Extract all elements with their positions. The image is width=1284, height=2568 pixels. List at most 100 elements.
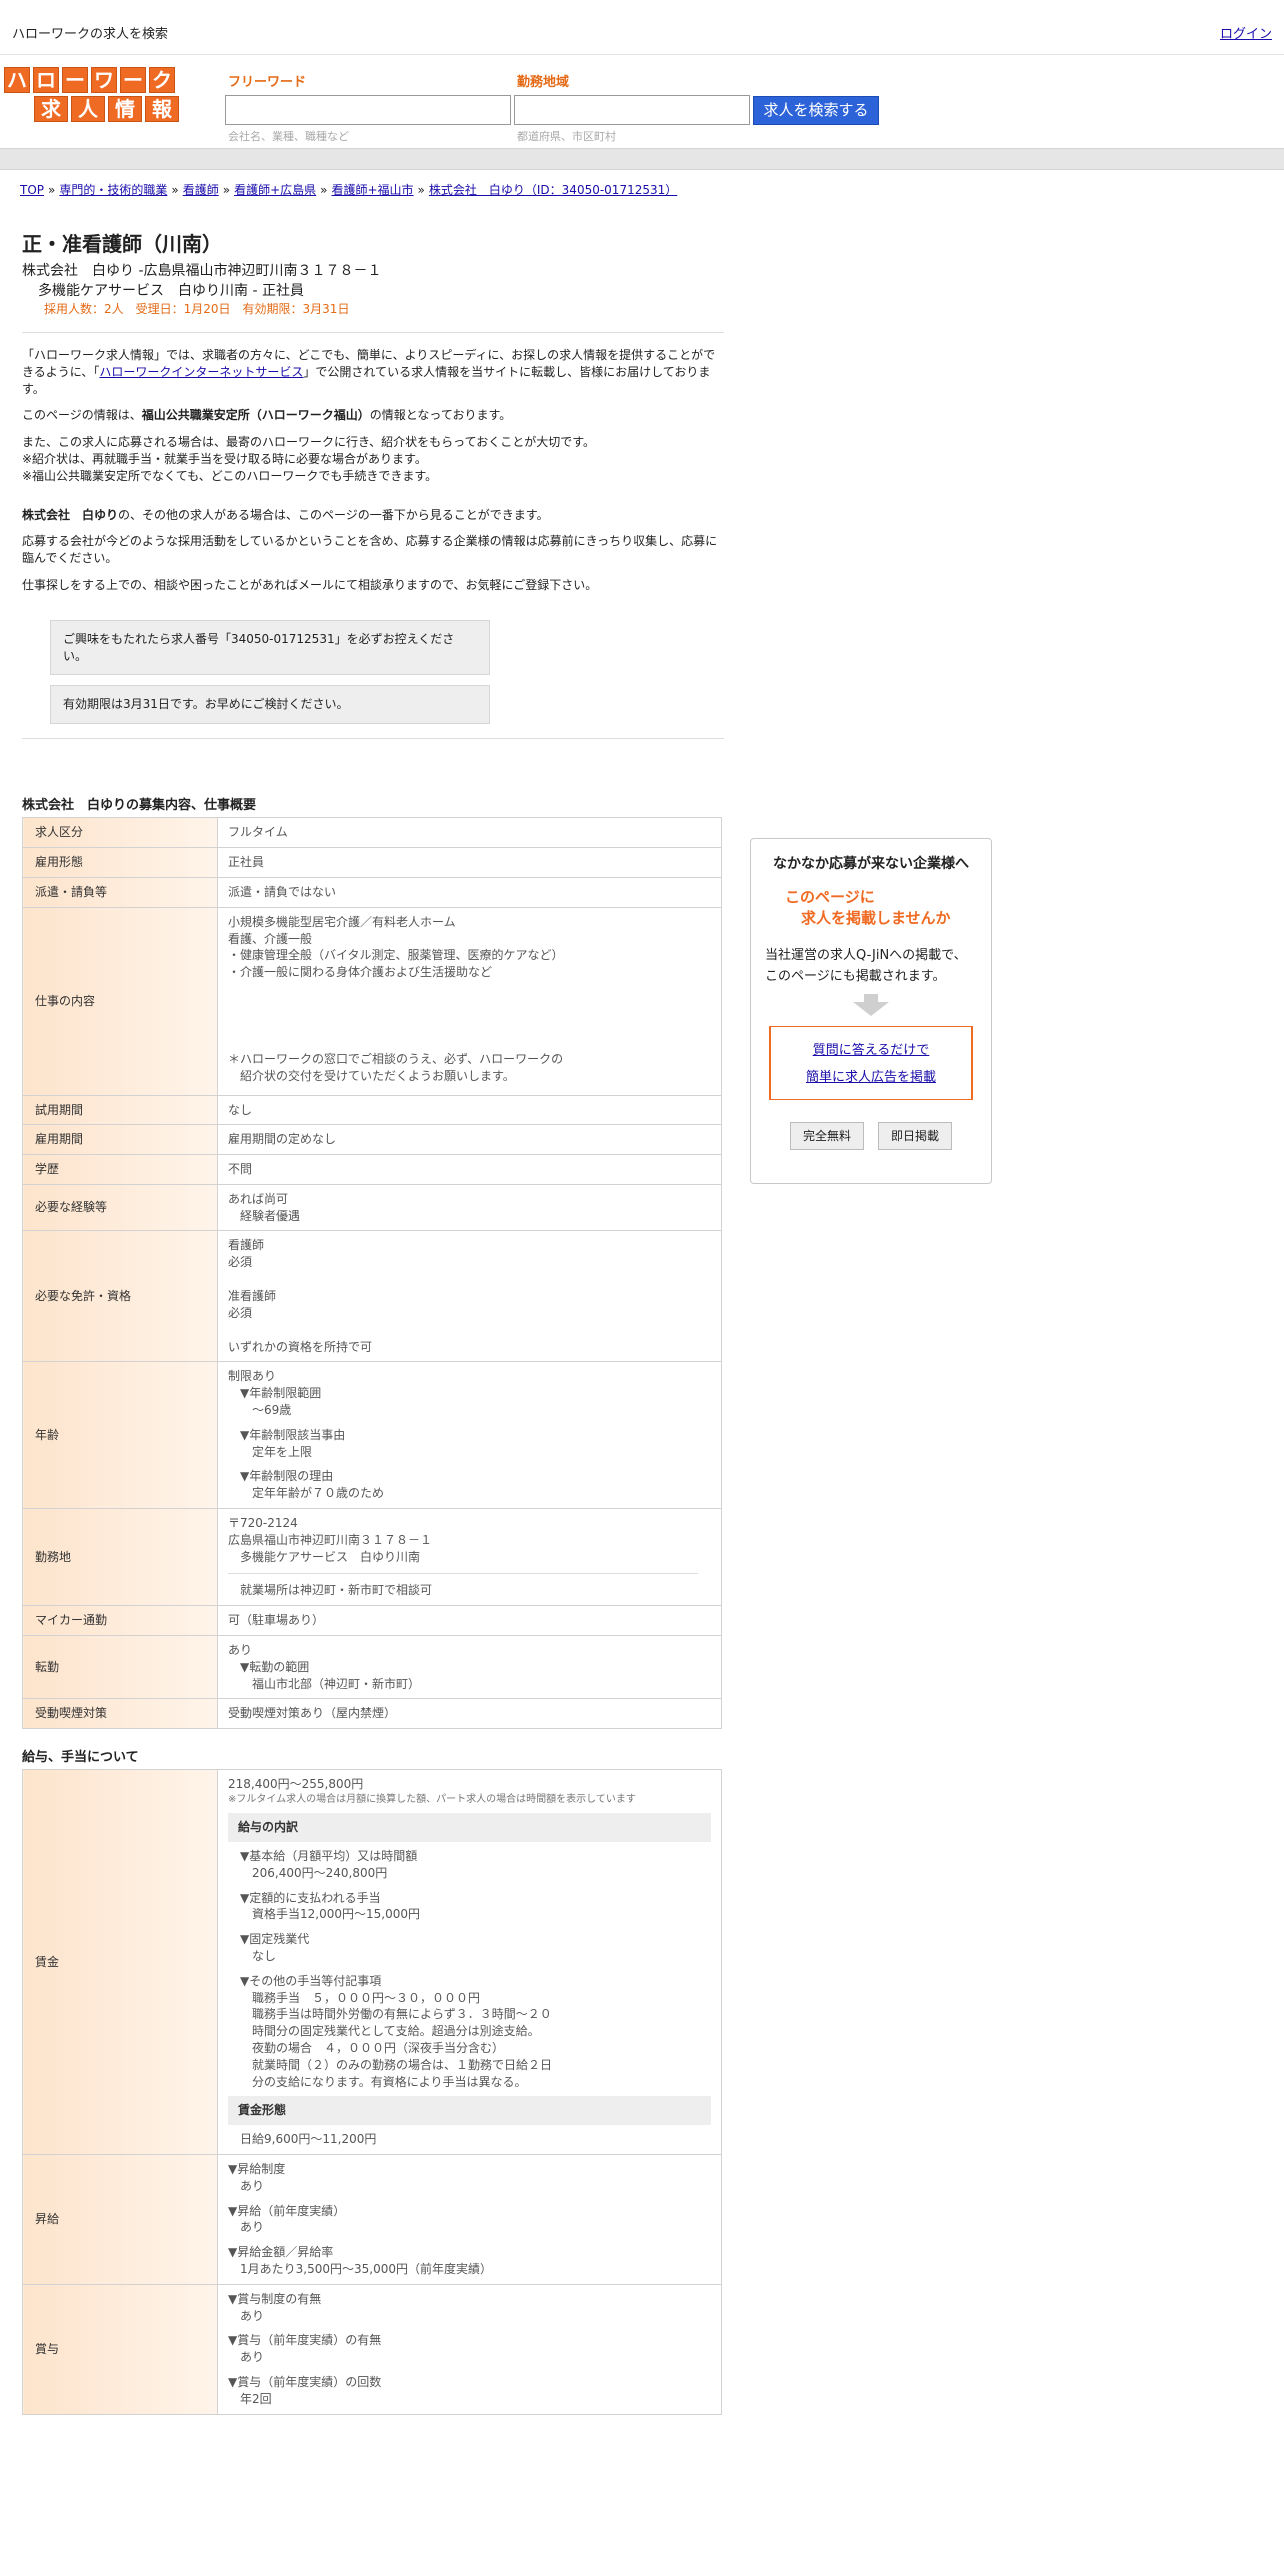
ad-title: なかなか応募が来ない企業様へ (773, 856, 969, 872)
table-row: 年齢 制限あり ▼年齢制限範囲 〜69歳 ▼年齢制限該当事由 定年を上限 ▼年齢… (22, 1361, 722, 1510)
top-bar: ハローワークの求人を検索 ログイン (0, 0, 1284, 55)
job-meta: 採用人数：2人 受理日：1月20日 有効期限：3月31日 (44, 302, 350, 317)
search-bar: ハ ロ ー ワ ー ク 求 人 情 報 フリーワード 会社名、業種、職種など 勤… (0, 55, 1284, 147)
row-value: 218,400円〜255,800円 ※フルタイム求人の場合は月額に換算した額、パ… (217, 1769, 722, 2155)
row-label: 必要な経験等 (22, 1183, 218, 1232)
login-link[interactable]: ログイン (1220, 26, 1272, 44)
table-row: 転勤 あり ▼転勤の範囲 福山市北部（神辺町・新市町） (22, 1635, 722, 1700)
value-line: 就業時間（２）のみの勤務の場合は、１勤務で日給２日 (252, 2057, 553, 2072)
table-row: 賃金 218,400円〜255,800円 ※フルタイム求人の場合は月額に換算した… (22, 1769, 722, 2155)
ad-link-easy-answer[interactable]: 質問に答えるだけで (813, 1043, 930, 1058)
overview-table: 求人区分 フルタイム 雇用形態 正社員 派遣・請負等 派遣・請負ではない 仕事の内容 … (22, 817, 722, 1730)
table-row: 賞与 ▼賞与制度の有無 あり ▼賞与（前年度実績）の有無 あり ▼賞与（前年度実… (22, 2283, 722, 2415)
keyword-input[interactable] (225, 95, 511, 125)
value-line: あれば尚可 (228, 1191, 289, 1206)
row-value: 看護師 必須 准看護師 必須 いずれかの資格を所持で可 (217, 1230, 722, 1363)
divider (22, 738, 724, 740)
value-line: 206,400円〜240,800円 (252, 1865, 388, 1880)
row-label: 派遣・請負等 (22, 876, 218, 908)
logo-char: ロ (33, 67, 59, 93)
breadcrumb-company[interactable]: 株式会社 白ゆり（ID：34050-01712531） (429, 183, 677, 197)
logo-char: 情 (108, 96, 142, 122)
work-facility: 多機能ケアサービス 白ゆり川南 (240, 1549, 421, 1564)
value-line: なし (252, 1948, 277, 1963)
keyword-label: フリーワード (228, 75, 307, 90)
row-label: マイカー通勤 (22, 1605, 218, 1637)
value-line: 必須 (228, 1305, 253, 1320)
same-day-button[interactable]: 即日掲載 (878, 1121, 953, 1151)
arrow-head (853, 1001, 889, 1016)
table-row: 雇用期間 雇用期間の定めなし (22, 1124, 722, 1156)
ad-link-post-ad[interactable]: 簡単に求人広告を掲載 (806, 1070, 936, 1085)
value-line: 資格手当12,000円〜15,000円 (252, 1907, 420, 1922)
value-subhead: ▼賞与制度の有無 (228, 2291, 322, 2306)
logo-char: ワ (91, 67, 117, 93)
header-divider-band (0, 148, 1284, 170)
breadcrumb-separator: » (222, 183, 231, 197)
table-row: 必要な免許・資格 看護師 必須 准看護師 必須 いずれかの資格を所持で可 (22, 1230, 722, 1363)
row-value: 制限あり ▼年齢制限範囲 〜69歳 ▼年齢制限該当事由 定年を上限 ▼年齢制限の… (217, 1361, 722, 1510)
row-value: 小規模多機能型居宅介護／有料老人ホーム 看護、介護一般 ・健康管理全般（バイタル… (217, 906, 722, 1096)
value-line: 分の支給になります。有資格により手当は異なる。 (252, 2074, 527, 2089)
referral-paragraph: また、この求人に応募される場合は、最寄のハローワークに行き、紹介状をもらっておく… (22, 434, 724, 484)
row-value: あれば尚可 経験者優遇 (217, 1183, 722, 1232)
logo-char: ク (149, 67, 175, 93)
row-label: 雇用期間 (22, 1124, 218, 1156)
row-label: 勤務地 (22, 1508, 218, 1607)
breadcrumb-separator: » (48, 183, 56, 197)
row-label: 年齢 (22, 1361, 218, 1510)
ad-catch-line: 求人を掲載しませんか (801, 909, 951, 928)
keyword-hint: 会社名、業種、職種など (228, 130, 349, 143)
area-hint: 都道府県、市区町村 (517, 130, 616, 143)
row-value: ▼賞与制度の有無 あり ▼賞与（前年度実績）の有無 あり ▼賞与（前年度実績）の… (217, 2283, 722, 2415)
value-subhead: ▼賞与（前年度実績）の有無 (228, 2333, 382, 2348)
salary-breakdown-head: 給与の内訳 (228, 1813, 711, 1842)
value-subhead: ▼転勤の範囲 (240, 1659, 310, 1674)
value-line: 職務手当 ５，０００円～３０，０００円 (252, 1990, 481, 2005)
row-value: 正社員 (217, 847, 722, 878)
arrow-down-icon (751, 993, 991, 1016)
breadcrumb-occupation[interactable]: 看護師 (183, 183, 219, 197)
breadcrumb-prefecture[interactable]: 看護師+広島県 (234, 183, 316, 197)
ad-description: 当社運営の求人Q-JiNへの掲載で、 このページにも掲載されます。 (751, 946, 991, 988)
value-line: 職務手当は時間外労働の有無によらず３．３時間～２０ (252, 2007, 552, 2022)
value-line: 定年年齢が７０歳のため (252, 1486, 385, 1501)
row-label: 必要な免許・資格 (22, 1230, 218, 1363)
hellowork-logo[interactable]: ハ ロ ー ワ ー ク 求 人 情 報 (4, 67, 180, 125)
table-row: 受動喫煙対策 受動喫煙対策あり（屋内禁煙） (22, 1698, 722, 1730)
ad-catch-line: このページに (785, 887, 875, 906)
company-address: 株式会社 白ゆり -広島県福山市神辺町川南３１７８－１ (22, 263, 382, 279)
logo-char: ー (62, 67, 88, 93)
logo-char: 人 (71, 96, 105, 122)
value-line: あり (240, 2178, 265, 2193)
table-row: マイカー通勤 可（駐車場あり） (22, 1605, 722, 1637)
row-label: 賞与 (22, 2283, 218, 2415)
referral-line: ※紹介状は、再就職手当・就業手当を受け取る時に必要な場合があります。 (22, 451, 427, 466)
value-line: あり (240, 2220, 265, 2235)
research-paragraph: 応募する会社が今どのような採用活動をしているかということを含め、応募する企業様の… (22, 534, 718, 566)
main-content: 正・准看護師（川南） 株式会社 白ゆり -広島県福山市神辺町川南３１７８－１ 多… (22, 230, 724, 2415)
work-address: 広島県福山市神辺町川南３１７８－１ (228, 1532, 433, 1547)
value-line: 看護師 (228, 1238, 265, 1253)
job-desc-note: 紹介状の交付を受けていただくようお願いします。 (240, 1068, 515, 1083)
search-button[interactable]: 求人を検索する (753, 96, 879, 125)
breadcrumb-category[interactable]: 専門的・技術的職業 (59, 183, 167, 197)
free-button[interactable]: 完全無料 (789, 1121, 864, 1151)
salary-form-head: 賃金形態 (228, 2096, 711, 2126)
row-value: 雇用期間の定めなし (217, 1124, 722, 1156)
value-subhead: ▼年齢制限該当事由 (240, 1427, 346, 1442)
company-name-bold: 株式会社 白ゆり (22, 507, 119, 522)
value-line: いずれかの資格を所持で可 (228, 1339, 373, 1354)
value-line: 〜69歳 (252, 1403, 292, 1418)
value-line: 福山市北部（神辺町・新市町） (252, 1676, 421, 1691)
table-row: 学歴 不問 (22, 1154, 722, 1185)
value-line: 夜勤の場合 ４，０００円（深夜手当分含む） (252, 2040, 505, 2055)
hellowork-internet-link[interactable]: ハローワークインターネットサービス (99, 365, 303, 379)
area-label: 勤務地域 (517, 75, 570, 90)
job-desc-line: ・健康管理全般（バイタル測定、服薬管理、医療的ケアなど） (228, 948, 564, 963)
value-line: あり (228, 1643, 253, 1658)
source-text-a: このページの情報は、 (22, 408, 142, 423)
area-input[interactable] (514, 95, 750, 125)
breadcrumb-top[interactable]: TOP (20, 183, 44, 197)
breadcrumb-city[interactable]: 看護師+福山市 (331, 183, 413, 197)
